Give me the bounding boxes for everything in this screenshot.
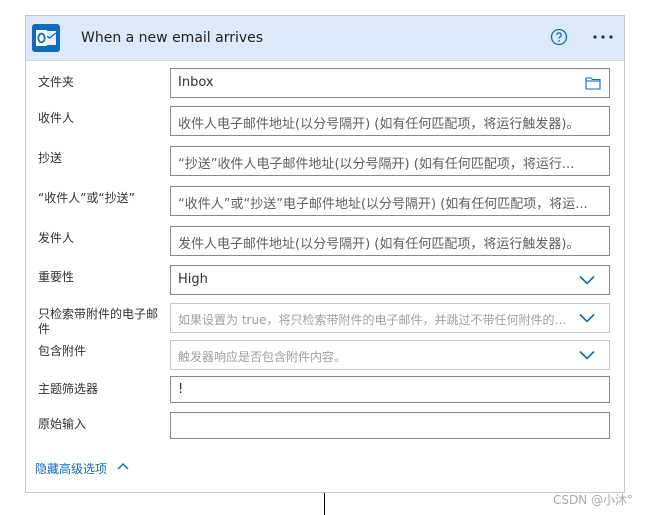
to-label: 收件人 [38,111,75,125]
chevron-down-icon[interactable] [579,350,595,360]
trigger-title: When a new email arrives [81,30,264,46]
to-field[interactable]: 收件人电子邮件地址(以分号隔开) (如有任何匹配项，将运行触发器)。 [170,106,610,136]
from-label: 发件人 [38,231,75,245]
to-or-cc-field[interactable]: “收件人”或“抄送”电子邮件地址(以分号隔开) (如有任何匹配项，将运... [170,186,610,216]
raw-input-field[interactable] [170,412,610,439]
from-placeholder: 发件人电子邮件地址(以分号隔开) (如有任何匹配项，将运行触发器)。 [178,237,580,252]
more-options-icon[interactable] [592,28,614,46]
flow-connector-line [324,493,325,515]
subject-filter-label: 主题筛选器 [38,382,99,396]
trigger-header[interactable]: When a new email arrives [26,16,624,61]
only-with-attachments-dropdown[interactable]: 如果设置为 true，将只检索带附件的电子邮件，并跳过不带任何附件的电子 [170,303,610,333]
from-field[interactable]: 发件人电子邮件地址(以分号隔开) (如有任何匹配项，将运行触发器)。 [170,226,610,256]
help-icon[interactable] [550,28,568,46]
to-or-cc-placeholder: “收件人”或“抄送”电子邮件地址(以分号隔开) (如有任何匹配项，将运... [178,197,588,212]
chevron-down-icon[interactable] [579,313,595,323]
folder-field[interactable]: Inbox [170,68,610,98]
include-attachments-dropdown[interactable]: 触发器响应是否包含附件内容。 [170,340,610,370]
importance-value: High [178,272,208,287]
importance-label: 重要性 [38,270,75,284]
cc-field[interactable]: “抄送”收件人电子邮件地址(以分号隔开) (如有任何匹配项，将运行... [170,146,610,176]
subject-filter-value: ! [178,382,184,397]
chevron-up-icon[interactable] [117,462,129,470]
subject-filter-field[interactable]: ! [170,376,610,403]
cc-label: 抄送 [38,151,63,165]
watermark: CSDN @小沐° [553,493,634,507]
outlook-icon [32,24,60,52]
importance-dropdown[interactable]: High [170,265,610,295]
only-with-attachments-label: 只检索带附件的电子邮件 [38,307,159,336]
raw-input-label: 原始输入 [38,417,87,431]
folder-label: 文件夹 [38,75,75,89]
only-with-attachments-placeholder: 如果设置为 true，将只检索带附件的电子邮件，并跳过不带任何附件的电子 [178,313,573,327]
folder-icon[interactable] [585,76,601,90]
trigger-card: When a new email arrives 文件夹 Inbox 收件人 收… [25,15,625,493]
to-placeholder: 收件人电子邮件地址(以分号隔开) (如有任何匹配项，将运行触发器)。 [178,117,580,132]
include-attachments-label: 包含附件 [38,344,87,358]
folder-value: Inbox [178,75,214,90]
hide-advanced-options-link[interactable]: 隐藏高级选项 [35,460,107,477]
chevron-down-icon[interactable] [579,275,595,285]
to-or-cc-label: “收件人”或“抄送” [38,191,135,205]
cc-placeholder: “抄送”收件人电子邮件地址(以分号隔开) (如有任何匹配项，将运行... [178,157,575,172]
include-attachments-placeholder: 触发器响应是否包含附件内容。 [178,350,347,364]
